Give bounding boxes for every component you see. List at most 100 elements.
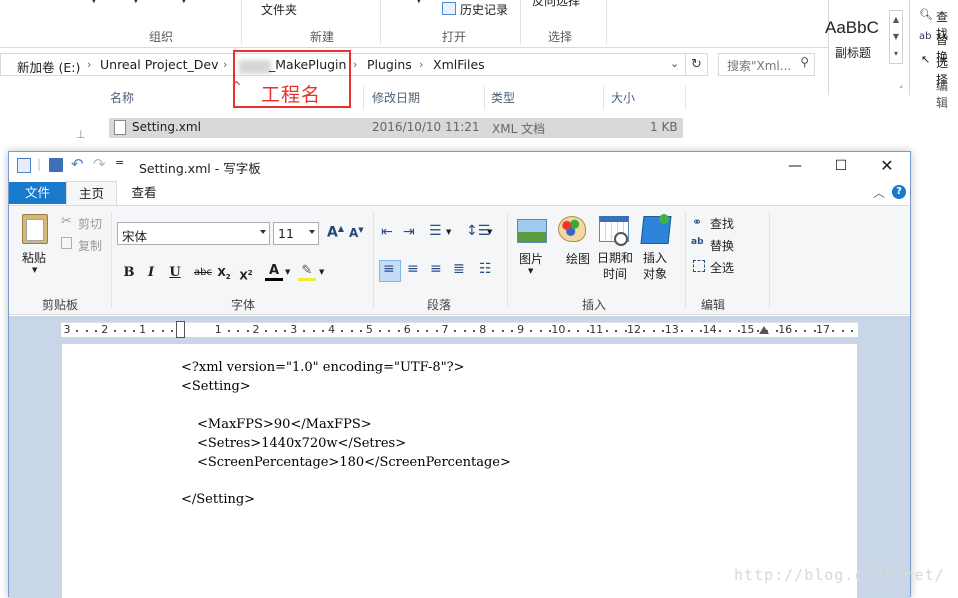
group-label-organize: 组织	[149, 30, 174, 44]
styles-scroll[interactable]: ▲ ▼ ▾	[889, 10, 903, 64]
italic-icon[interactable]: I	[142, 263, 160, 283]
ruler-tick	[388, 330, 391, 332]
text-color-icon[interactable]: A	[265, 263, 283, 281]
style-name[interactable]: 副标题	[835, 44, 871, 61]
chevron-right-icon[interactable]: ›	[353, 58, 357, 71]
customize-qat-icon[interactable]: =	[115, 156, 124, 169]
chevron-down-icon[interactable]: ▼	[528, 267, 533, 275]
chevron-right-icon[interactable]: ›	[419, 58, 423, 71]
select-all-button[interactable]: 全选	[710, 259, 734, 276]
group-label-clipboard: 剪贴板	[42, 298, 79, 312]
insert-object-icon-dot	[659, 214, 669, 224]
divider	[769, 212, 770, 308]
datetime-button[interactable]: 日期和时间	[596, 250, 634, 282]
dropdown-arrow-icon[interactable]: ▼	[180, 0, 188, 5]
style-sample[interactable]: AaBbC	[825, 18, 879, 38]
file-name[interactable]: Setting.xml	[132, 120, 201, 134]
copy-button[interactable]: 复制	[78, 237, 102, 254]
column-header-type[interactable]: 类型	[491, 89, 515, 106]
chevron-down-icon[interactable]: ▼	[319, 268, 324, 276]
ruler-tick	[690, 330, 693, 332]
chevron-right-icon[interactable]: ›	[223, 58, 227, 71]
invert-selection-button[interactable]: 反向选择	[532, 0, 580, 9]
insert-object-button[interactable]: 插入对象	[642, 250, 668, 282]
decrease-indent-icon[interactable]: ⇤	[381, 224, 393, 240]
subscript-icon[interactable]: X2	[215, 263, 233, 283]
paint-icon[interactable]	[558, 216, 586, 242]
breadcrumb-plugins[interactable]: Plugins	[367, 57, 412, 72]
cut-button[interactable]: 剪切	[78, 215, 102, 232]
align-left-icon[interactable]: ≡	[383, 261, 395, 277]
wordpad-app-icon[interactable]	[17, 158, 31, 173]
replace-button[interactable]: 替换	[710, 237, 734, 254]
history-button[interactable]: 历史记录	[460, 1, 508, 18]
cursor-icon: ↖	[921, 53, 931, 66]
minimize-button[interactable]: —	[772, 152, 818, 180]
dropdown-arrow-icon[interactable]: ▼	[415, 0, 423, 5]
breadcrumb-xmlfiles[interactable]: XmlFiles	[433, 57, 485, 72]
redo-icon[interactable]: ↷	[93, 155, 106, 173]
ruler-number: 17	[816, 323, 830, 336]
strikethrough-icon[interactable]: abc	[191, 263, 215, 283]
document-page[interactable]: <?xml version="1.0" encoding="UTF-8"?> <…	[62, 344, 857, 598]
bullets-icon[interactable]: ☰	[429, 223, 442, 239]
increase-indent-icon[interactable]: ⇥	[403, 224, 415, 240]
grow-font-icon[interactable]: A▲	[327, 224, 344, 241]
font-family-select[interactable]: 宋体	[117, 222, 270, 245]
ruler[interactable]: 3 2 1 1 2 3 4 5 6 7 8 9 10 11 12 13 14 15 16 17	[61, 321, 858, 338]
help-icon[interactable]: ?	[892, 185, 906, 199]
shrink-font-icon[interactable]: A▼	[349, 226, 364, 240]
dropdown-arrow-icon[interactable]: ▼	[90, 0, 98, 5]
right-indent-marker[interactable]	[759, 326, 770, 334]
chevron-down-icon[interactable]: ▼	[446, 228, 451, 236]
picture-button[interactable]: 图片	[519, 250, 543, 267]
dropdown-arrow-icon[interactable]: ▼	[132, 0, 140, 5]
justify-icon[interactable]: ≣	[453, 261, 465, 277]
ruler-number: 12	[627, 323, 641, 336]
align-center-icon[interactable]: ≡	[407, 261, 419, 277]
breadcrumb-drive[interactable]: 新加卷 (E:)	[17, 57, 80, 76]
annotation-caret: ^	[231, 80, 242, 95]
ruler-tick	[152, 330, 155, 332]
chevron-down-icon[interactable]: ▼	[487, 228, 492, 236]
ruler-tick	[76, 330, 79, 332]
picture-icon[interactable]	[517, 219, 547, 243]
refresh-icon[interactable]: ↻	[686, 53, 708, 76]
column-header-size[interactable]: 大小	[611, 89, 635, 106]
highlight-icon[interactable]: ✎	[298, 263, 316, 281]
superscript-icon[interactable]: X2	[237, 263, 255, 283]
paragraph-settings-icon[interactable]: ☷	[479, 261, 492, 277]
dialog-launcher-icon[interactable]: ⌟	[899, 80, 903, 89]
collapse-ribbon-icon[interactable]: ︿	[873, 184, 885, 201]
find-button[interactable]: 查找	[710, 215, 734, 232]
font-size-select[interactable]: 11	[273, 222, 319, 245]
breadcrumb-project[interactable]: Unreal Project_Dev	[100, 57, 218, 72]
pin-icon[interactable]: ⊥	[76, 128, 86, 141]
paint-button[interactable]: 绘图	[566, 250, 590, 267]
new-folder-button[interactable]: 文件夹	[261, 1, 297, 18]
ruler-number: 9	[517, 323, 525, 336]
column-header-name[interactable]: 名称	[110, 89, 134, 106]
divider	[909, 0, 910, 95]
home-ribbon: 粘贴 ▼ ✂ 剪切 复制 剪贴板 宋体 11 A▲ A▼ B I U abc X…	[9, 205, 910, 315]
chevron-down-icon[interactable]: ▼	[285, 268, 290, 276]
underline-icon[interactable]: U	[166, 263, 184, 283]
chevron-down-icon[interactable]: ▼	[32, 266, 37, 274]
align-right-icon[interactable]: ≡	[430, 261, 442, 277]
paste-button[interactable]: 粘贴	[22, 249, 46, 266]
tab-home[interactable]: 主页	[66, 181, 117, 206]
save-icon[interactable]	[49, 158, 63, 172]
watermark: http://blog.csdn.net/	[734, 566, 945, 584]
replace-icon: ab	[919, 31, 932, 42]
column-header-modified[interactable]: 修改日期	[372, 89, 420, 106]
undo-icon[interactable]: ↶	[71, 155, 84, 173]
bold-icon[interactable]: B	[120, 263, 138, 283]
search-input[interactable]: 搜索"Xml... ⚲	[718, 53, 815, 76]
tab-file[interactable]: 文件	[9, 182, 66, 204]
maximize-button[interactable]: ☐	[818, 152, 864, 180]
chevron-right-icon[interactable]: ›	[87, 58, 91, 71]
indent-marker[interactable]	[176, 321, 186, 338]
chevron-down-icon[interactable]: ⌄	[670, 57, 679, 70]
tab-view[interactable]: 查看	[119, 182, 169, 204]
close-button[interactable]: ✕	[864, 152, 910, 180]
